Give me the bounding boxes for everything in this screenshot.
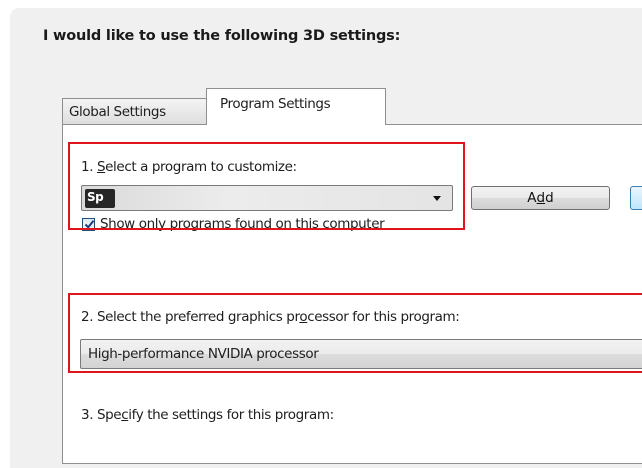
tab-global-settings[interactable]: Global Settings	[62, 98, 207, 124]
graphics-processor-selected-value: High-performance NVIDIA processor	[88, 346, 319, 362]
chevron-down-icon	[433, 196, 441, 201]
step1-label: 1. Select a program to customize:	[81, 159, 297, 175]
add-program-button[interactable]: Add	[471, 186, 610, 210]
show-only-programs-label[interactable]: Show only programs found on this compute…	[100, 216, 385, 232]
remove-program-button[interactable]	[630, 186, 642, 210]
program-app-icon: Sp	[85, 189, 115, 208]
tab-program-settings-label: Program Settings	[220, 96, 331, 112]
step2-label: 2. Select the preferred graphics process…	[81, 309, 460, 325]
tab-program-settings[interactable]: Program Settings	[206, 88, 386, 125]
program-select-dropdown[interactable]: Sp	[81, 185, 453, 211]
checkmark-icon	[84, 220, 95, 229]
show-only-programs-checkbox[interactable]	[82, 218, 95, 231]
tab-global-settings-label: Global Settings	[69, 103, 166, 120]
graphics-processor-select[interactable]: High-performance NVIDIA processor	[80, 339, 642, 369]
page-title: I would like to use the following 3D set…	[43, 28, 401, 44]
step3-label: 3. Specify the settings for this program…	[81, 407, 334, 423]
